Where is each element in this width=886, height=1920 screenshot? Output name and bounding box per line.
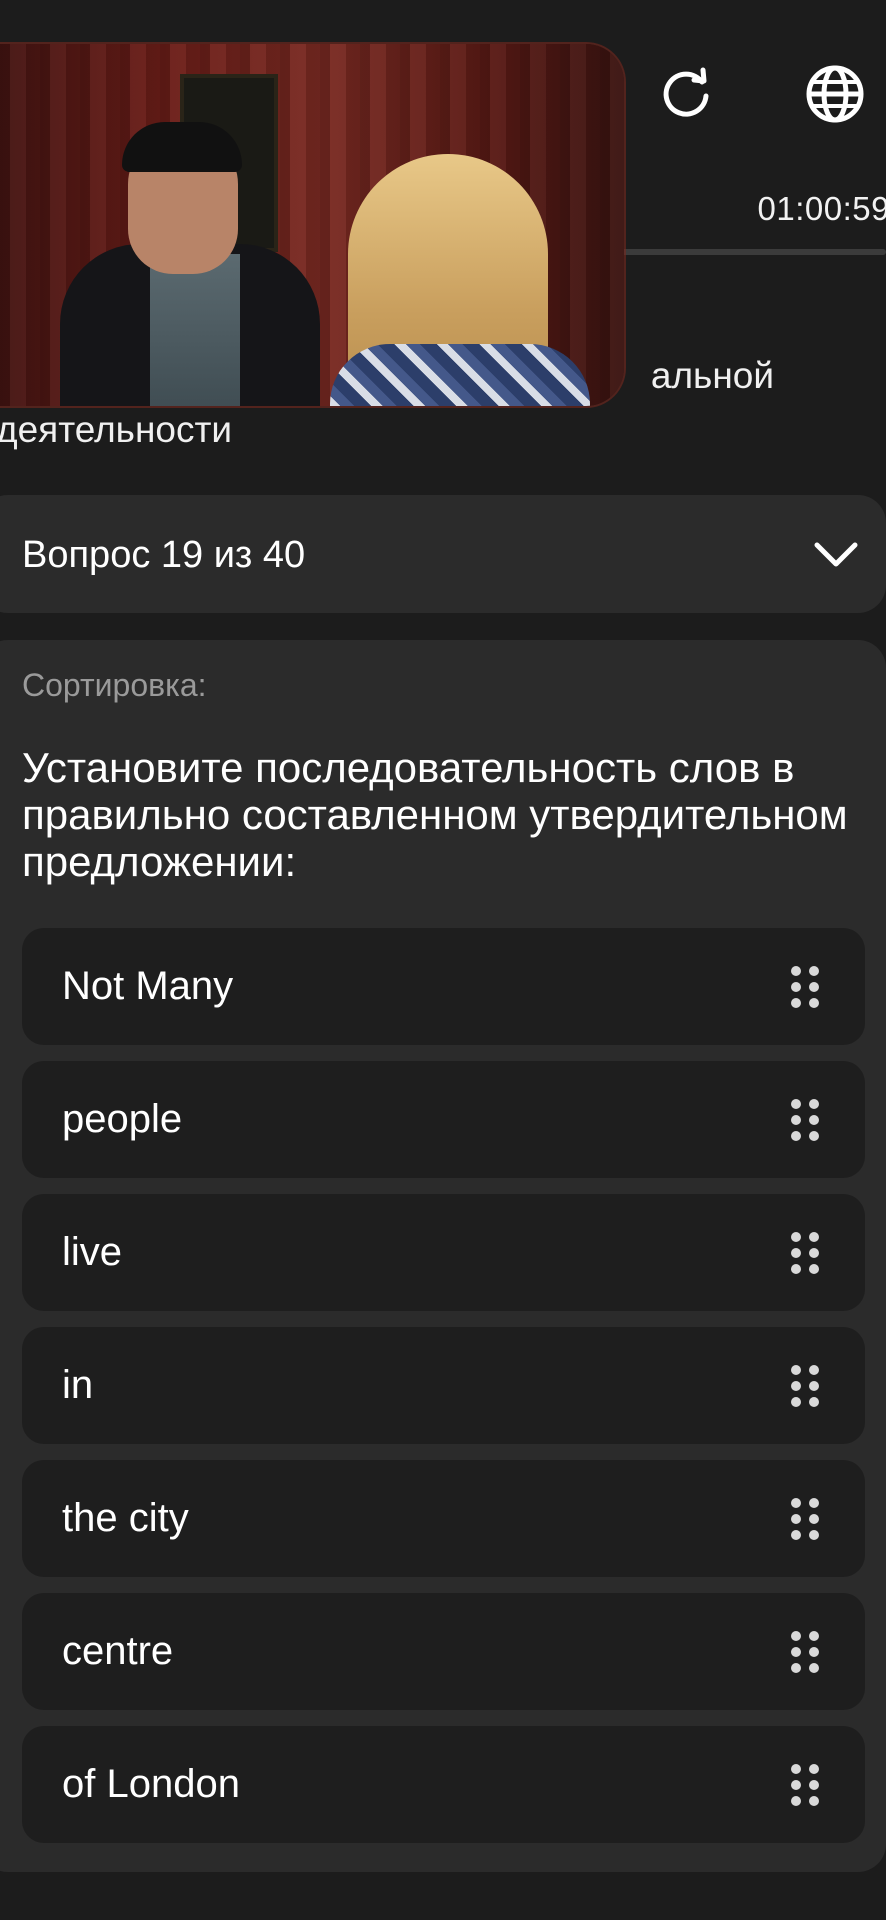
sortable-item[interactable]: people [22,1061,865,1178]
sortable-item[interactable]: Not Many [22,928,865,1045]
video-person2-dress [330,344,590,406]
sortable-item-label: live [62,1230,123,1274]
drag-handle-icon[interactable] [791,1631,821,1673]
task-prompt: Установите последовательность слов в пра… [22,744,848,885]
language-button[interactable] [803,62,867,126]
drag-handle-icon[interactable] [791,1232,821,1274]
sortable-item[interactable]: live [22,1194,865,1311]
sortable-item-label: centre [62,1629,174,1673]
timer: 01:00:59 [757,190,886,227]
sortable-item-label: the city [62,1496,189,1540]
course-title-line2: деятельности [0,409,233,450]
sortable-item-label: of London [62,1762,240,1806]
video-player[interactable] [0,44,624,406]
task-type-label: Сортировка: [22,667,207,703]
drag-handle-icon[interactable] [791,1764,821,1806]
sortable-item-label: people [62,1097,183,1141]
quiz-screen: 01:00:59 альной деятельности Вопрос 19 и… [0,0,886,1920]
sortable-list: Not Many people live in the city centre … [22,928,865,1859]
chevron-down-icon[interactable] [811,535,861,575]
sortable-item-label: in [62,1363,94,1407]
sortable-item-label: Not Many [62,964,234,1008]
sortable-item[interactable]: of London [22,1726,865,1843]
drag-handle-icon[interactable] [791,1099,821,1141]
video-person-shirt [150,254,240,406]
sortable-item[interactable]: in [22,1327,865,1444]
refresh-button[interactable] [654,62,718,126]
drag-handle-icon[interactable] [791,966,821,1008]
refresh-icon [663,67,709,117]
sortable-item[interactable]: centre [22,1593,865,1710]
drag-handle-icon[interactable] [791,1365,821,1407]
drag-handle-icon[interactable] [791,1498,821,1540]
globe-icon [806,65,864,123]
video-person-hair [122,122,242,172]
sortable-item[interactable]: the city [22,1460,865,1577]
question-counter: Вопрос 19 из 40 [22,534,306,576]
